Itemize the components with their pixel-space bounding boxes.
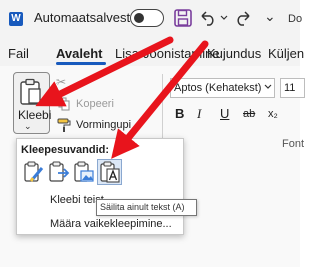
chevron-down-icon[interactable]: [264, 84, 272, 90]
scissors-icon[interactable]: ✂: [56, 75, 66, 89]
tab-file[interactable]: Fail: [8, 46, 29, 61]
redo-icon[interactable]: [234, 10, 252, 26]
strikethrough-button[interactable]: ab: [243, 108, 255, 120]
tab-insert[interactable]: Lisa: [115, 46, 139, 61]
subscript-button[interactable]: x₂: [268, 108, 278, 120]
paste-picture-icon[interactable]: [73, 161, 95, 183]
chevron-down-icon[interactable]: [220, 14, 228, 22]
active-tab-indicator: [56, 62, 106, 65]
font-group-label: Font: [282, 138, 305, 150]
copy-button-label: Kopeeri: [76, 98, 114, 110]
tab-home[interactable]: Avaleht: [56, 46, 102, 61]
document-title-fragment: Do: [288, 13, 303, 25]
autosave-toggle[interactable]: [130, 9, 164, 27]
font-name-field[interactable]: Aptos (Kehatekst): [170, 78, 275, 98]
paste-options-header: Kleepesuvandid:: [21, 144, 110, 156]
autosave-label: Automaatsalvestus: [34, 10, 144, 25]
word-logo-icon: W: [9, 12, 23, 26]
keep-text-only-tooltip: Säilita ainult tekst (A): [96, 199, 197, 216]
paste-label: Kleebi: [18, 108, 52, 122]
save-icon[interactable]: [174, 9, 192, 27]
bold-button[interactable]: B: [175, 106, 184, 121]
customize-toolbar-icon[interactable]: ⌄: [264, 8, 276, 25]
paste-text-only-icon[interactable]: [99, 161, 121, 183]
set-default-paste-item[interactable]: Määra vaikekleepimine...: [50, 218, 172, 230]
toggle-knob: [134, 12, 144, 23]
underline-button[interactable]: U: [220, 106, 229, 121]
font-size-field[interactable]: 11: [280, 78, 305, 98]
format-painter-label: Vormingupi: [76, 119, 132, 131]
tab-design[interactable]: Kujundus: [207, 46, 261, 61]
tab-layout[interactable]: Küljen: [268, 46, 304, 61]
paste-merge-icon[interactable]: [48, 161, 70, 183]
undo-icon[interactable]: [199, 10, 217, 26]
italic-button[interactable]: I: [197, 106, 201, 122]
paste-keep-source-icon[interactable]: [23, 161, 45, 183]
copy-icon[interactable]: [58, 97, 70, 111]
clipboard-icon: [20, 78, 41, 105]
chevron-down-icon[interactable]: ⌄: [24, 121, 32, 132]
format-painter-icon[interactable]: [57, 118, 71, 132]
group-divider: [162, 74, 163, 144]
